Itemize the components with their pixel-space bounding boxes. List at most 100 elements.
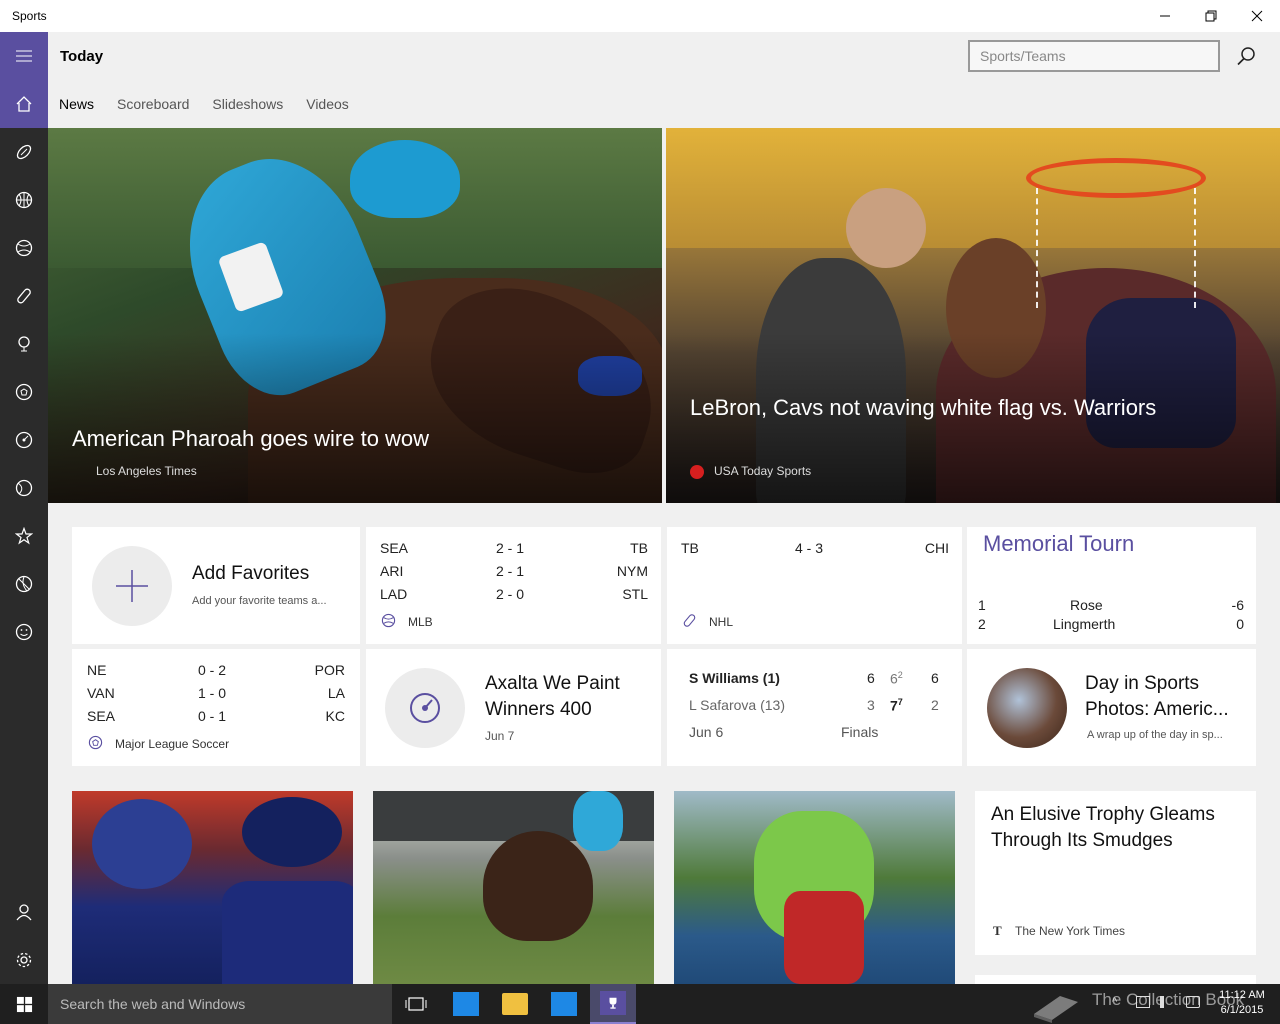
baseball-icon [381,613,396,628]
basketball-icon [15,191,33,209]
page-header: Today News Scoreboard Slideshows Videos [48,32,1280,128]
taskbar-search-placeholder: Search the web and Windows [60,996,246,1012]
tray-chevron-icon[interactable]: ^ [1112,996,1117,1008]
football-icon [16,144,32,160]
game-score: 1 - 0 [198,685,227,701]
hockey-icon [683,614,696,627]
horse-image [483,831,593,941]
close-button[interactable] [1234,0,1280,32]
add-favorites-button[interactable] [92,546,172,626]
rail-item-favorites[interactable] [0,512,48,560]
tab-slideshows[interactable]: Slideshows [212,96,283,112]
tennis-match-tile[interactable]: S Williams (1) 6 62 6 L Safarova (13) 3 … [667,649,962,766]
goalie-mask-image [92,799,192,889]
rail-item-hockey[interactable] [0,272,48,320]
minimize-button[interactable] [1142,0,1188,32]
rail-item-home[interactable] [0,80,48,128]
rail-item-baseball[interactable] [0,224,48,272]
game-score: 2 - 1 [496,540,525,556]
position: 2 [978,616,986,632]
file-explorer-taskbar-icon[interactable] [502,993,528,1015]
sports-app-taskbar-button[interactable] [590,984,636,1024]
gear-icon [16,952,32,968]
rail-item-tennis[interactable] [0,464,48,512]
mlb-scores-tile[interactable]: SEA 2 - 1 TB ARI 2 - 1 NYM LAD 2 - 0 STL… [366,527,661,644]
nascar-event-tile[interactable]: Axalta We Paint Winners 400 Jun 7 [366,649,661,766]
store-taskbar-icon[interactable] [551,992,577,1016]
helmet-image [242,797,342,867]
restore-button[interactable] [1188,0,1234,32]
score-row: ARI 2 - 1 NYM [380,563,648,579]
player-name: L Safarova (13) [689,697,785,713]
leaderboard-row: 1 Rose -6 [978,597,1244,613]
leaderboard-row: 2 Lingmerth 0 [978,616,1244,632]
golf-leaderboard-tile[interactable]: Memorial Tourn 1 Rose -6 2 Lingmerth 0 [967,527,1256,644]
player-score: -6 [1231,597,1244,613]
hero-story-horse-racing[interactable]: American Pharoah goes wire to wow Los An… [48,128,662,503]
home-team: TB [681,540,699,556]
score-row: TB 4 - 3 CHI [681,540,949,556]
game-score: 0 - 1 [198,708,227,724]
nhl-scores-tile[interactable]: TB 4 - 3 CHI NHL [667,527,962,644]
hero-headline[interactable]: American Pharoah goes wire to wow [72,423,592,454]
rugby-icon [15,575,33,593]
rail-item-rugby[interactable] [0,560,48,608]
search-input[interactable] [968,40,1220,72]
search-button[interactable] [1232,42,1260,70]
spectator-face-image [846,188,926,268]
add-favorites-tile[interactable]: Add Favorites Add your favorite teams a.… [72,527,360,644]
home-team: LAD [380,586,408,602]
away-team: CHI [924,540,949,556]
rail-item-fun[interactable] [0,608,48,656]
hero-source: USA Today Sports [714,464,812,478]
position: 1 [978,597,986,613]
jockey-helmet-image [350,140,460,218]
article-tile[interactable]: An Elusive Trophy Gleams Through Its Smu… [975,791,1256,955]
rail-item-football[interactable] [0,128,48,176]
task-view-button[interactable] [400,992,432,1016]
rail-item-golf[interactable] [0,320,48,368]
plus-icon [116,570,148,602]
clock-time: 11:12 AM [1219,989,1265,1001]
tab-news[interactable]: News [59,96,94,112]
gallery-subtitle: A wrap up of the day in sp... [1087,729,1223,741]
rail-item-motorsports[interactable] [0,416,48,464]
taskbar-search-box[interactable]: Search the web and Windows [48,984,392,1024]
tab-videos[interactable]: Videos [306,96,349,112]
rail-item-settings[interactable] [0,936,48,984]
hero-headline[interactable]: LeBron, Cavs not waving white flag vs. W… [690,392,1210,423]
favorites-subtitle: Add your favorite teams a... [192,595,327,607]
golf-icon [18,336,30,352]
hero-story-basketball[interactable]: LeBron, Cavs not waving white flag vs. W… [666,128,1280,503]
rail-item-account[interactable] [0,888,48,936]
league-label: Major League Soccer [115,737,230,751]
tab-scoreboard[interactable]: Scoreboard [117,96,189,112]
window-title: Sports [12,9,47,23]
rail-item-basketball[interactable] [0,176,48,224]
hockey-story-image[interactable] [72,791,353,984]
baseball-icon [15,239,33,257]
notification-center-icon[interactable] [1186,996,1200,1008]
player-name: Rose [1070,597,1103,613]
away-team: POR [314,662,345,678]
photo-gallery-tile[interactable]: Day in Sports Photos: Americ... A wrap u… [967,649,1256,766]
home-team: VAN [87,685,115,701]
event-date: Jun 7 [485,729,515,743]
volume-icon[interactable] [1160,996,1174,1008]
edge-browser-taskbar-icon[interactable] [453,992,479,1016]
hamburger-menu-button[interactable] [0,32,48,80]
away-team: TB [630,540,648,556]
task-view-icon [405,997,427,1011]
gallery-thumbnail-image [987,668,1067,748]
soccer-story-image[interactable] [674,791,955,984]
horse-story-image[interactable] [373,791,654,984]
motorsports-badge [385,668,465,748]
start-button[interactable] [0,984,48,1024]
rail-item-soccer[interactable] [0,368,48,416]
mls-scores-tile[interactable]: NE 0 - 2 POR VAN 1 - 0 LA SEA 0 - 1 KC M… [72,649,360,766]
motorsports-icon [15,431,33,449]
search-icon [1237,47,1255,66]
game-score: 2 - 0 [496,586,525,602]
clock[interactable]: 11:12 AM 6/1/2015 [1214,988,1270,1018]
network-icon[interactable] [1136,996,1150,1008]
